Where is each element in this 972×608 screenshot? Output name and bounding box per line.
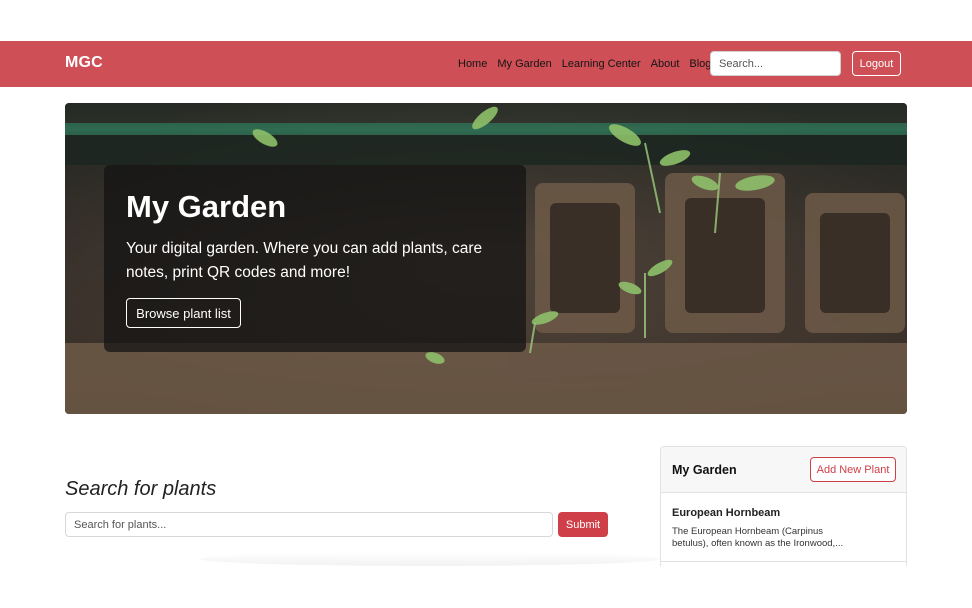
hero-banner: My Garden Your digital garden. Where you… [65, 103, 907, 414]
plant-description: The European Hornbeam (Carpinus betulus)… [672, 526, 844, 549]
panel-title: My Garden [672, 463, 737, 477]
logout-button[interactable]: Logout [852, 51, 901, 76]
hero-description: Your digital garden. Where you can add p… [126, 240, 483, 281]
plant-name[interactable]: European Hornbeam [672, 507, 780, 519]
brand-logo[interactable]: MGC [65, 54, 103, 72]
page: MGC Home My Garden Learning Center About… [0, 0, 972, 566]
divider [661, 561, 906, 562]
nav-link-home[interactable]: Home [458, 58, 487, 70]
nav-search-input[interactable] [710, 51, 841, 76]
submit-button[interactable]: Submit [558, 512, 608, 537]
nav-link-my-garden[interactable]: My Garden [497, 58, 551, 70]
footer-shadow [200, 552, 660, 566]
add-new-plant-button[interactable]: Add New Plant [810, 457, 896, 482]
navbar: MGC Home My Garden Learning Center About… [0, 41, 972, 87]
nav-link-blog[interactable]: Blog [689, 58, 711, 70]
my-garden-panel: My Garden Add New Plant European Hornbea… [660, 446, 907, 566]
hero-card: My Garden Your digital garden. Where you… [104, 165, 526, 352]
nav-links: Home My Garden Learning Center About Blo… [458, 58, 711, 70]
nav-link-about[interactable]: About [651, 58, 680, 70]
hero-title: My Garden [126, 189, 287, 224]
search-heading: Search for plants [65, 478, 217, 500]
nav-link-learning-center[interactable]: Learning Center [562, 58, 641, 70]
panel-header: My Garden Add New Plant [661, 447, 906, 493]
plant-search-input[interactable] [65, 512, 553, 537]
browse-plant-list-button[interactable]: Browse plant list [126, 298, 241, 328]
